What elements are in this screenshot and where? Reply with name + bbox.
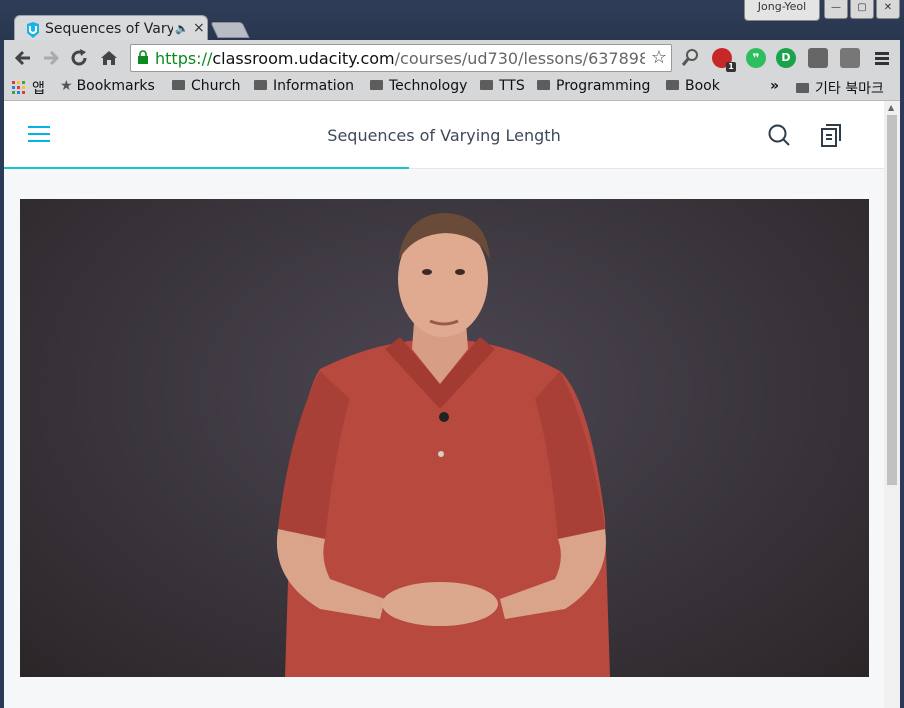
profile-button[interactable]: Jong-Yeol — [744, 0, 820, 21]
lesson-header: Sequences of Varying Length — [4, 101, 884, 169]
page-content: Sequences of Varying Length — [4, 101, 884, 708]
window-titlebar: Sequences of Varying Length 🔈 × Jong-Yeo… — [0, 0, 904, 42]
lock-icon — [138, 50, 148, 64]
screenshot-icon[interactable] — [808, 48, 828, 68]
page-scrollbar[interactable]: ▲ — [884, 101, 900, 708]
folder-icon — [172, 80, 185, 90]
bookmark-bookmarks[interactable]: ★ Bookmarks — [60, 78, 155, 94]
bookmark-star-icon[interactable]: ☆ — [651, 47, 667, 68]
back-icon[interactable] — [12, 47, 34, 69]
folder-icon — [480, 80, 493, 90]
browser-tab-active[interactable]: Sequences of Varying Length 🔈 × — [14, 15, 208, 42]
folder-icon — [796, 83, 809, 93]
address-bar[interactable]: https://classroom.udacity.com/courses/ud… — [130, 44, 672, 72]
apps-grid-icon — [12, 81, 25, 94]
scroll-up-arrow-icon[interactable]: ▲ — [888, 103, 894, 112]
bookmark-folder-programming[interactable]: Programming — [537, 78, 650, 94]
minimize-button[interactable]: — — [824, 0, 848, 19]
scrollbar-thumb[interactable] — [887, 115, 897, 485]
bookmark-folder-church[interactable]: Church — [172, 78, 241, 94]
star-icon: ★ — [60, 78, 73, 94]
lesson-title: Sequences of Varying Length — [327, 126, 561, 145]
tab-close-icon[interactable]: × — [193, 20, 205, 36]
dashlane-icon[interactable]: D — [776, 48, 796, 68]
notes-icon[interactable] — [820, 123, 844, 147]
bookmark-folder-book[interactable]: Book — [666, 78, 720, 94]
new-tab-button[interactable] — [210, 22, 250, 38]
evernote-icon[interactable]: ❞ — [746, 48, 766, 68]
bookmarks-bar: 앱 ★ Bookmarks Church Information Technolo… — [4, 74, 900, 101]
bookmark-folder-tts[interactable]: TTS — [480, 78, 525, 94]
url-text: https://classroom.udacity.com/courses/ud… — [155, 49, 645, 68]
search-icon[interactable] — [767, 123, 791, 147]
media-icon[interactable] — [840, 48, 860, 68]
udacity-favicon-icon — [27, 22, 39, 38]
folder-icon — [370, 80, 383, 90]
close-window-button[interactable]: ✕ — [876, 0, 900, 19]
bookmark-folder-other[interactable]: 기타 북마크 — [796, 78, 884, 98]
bookmark-folder-information[interactable]: Information — [254, 78, 354, 94]
home-icon[interactable] — [98, 47, 120, 69]
folder-icon — [537, 80, 550, 90]
bookmark-folder-technology[interactable]: Technology — [370, 78, 467, 94]
folder-icon — [666, 80, 679, 90]
browser-toolbar: https://classroom.udacity.com/courses/ud… — [4, 40, 900, 74]
forward-icon[interactable] — [40, 47, 62, 69]
menu-icon[interactable] — [872, 48, 892, 68]
tab-title: Sequences of Varying Length — [45, 21, 173, 37]
instructor-video-frame — [276, 213, 610, 677]
reload-icon[interactable] — [68, 47, 90, 69]
maximize-button[interactable]: ▢ — [850, 0, 874, 19]
tab-audio-icon[interactable]: 🔈 — [175, 22, 189, 35]
ublock-icon[interactable]: 1 — [712, 48, 736, 72]
magnifier-icon[interactable] — [680, 48, 700, 68]
folder-icon — [254, 80, 267, 90]
apps-shortcut[interactable]: 앱 — [12, 78, 45, 98]
bookmarks-overflow-chevron[interactable]: » — [770, 78, 779, 94]
lesson-progress-bar — [4, 167, 409, 169]
lesson-video-player[interactable] — [20, 199, 869, 677]
